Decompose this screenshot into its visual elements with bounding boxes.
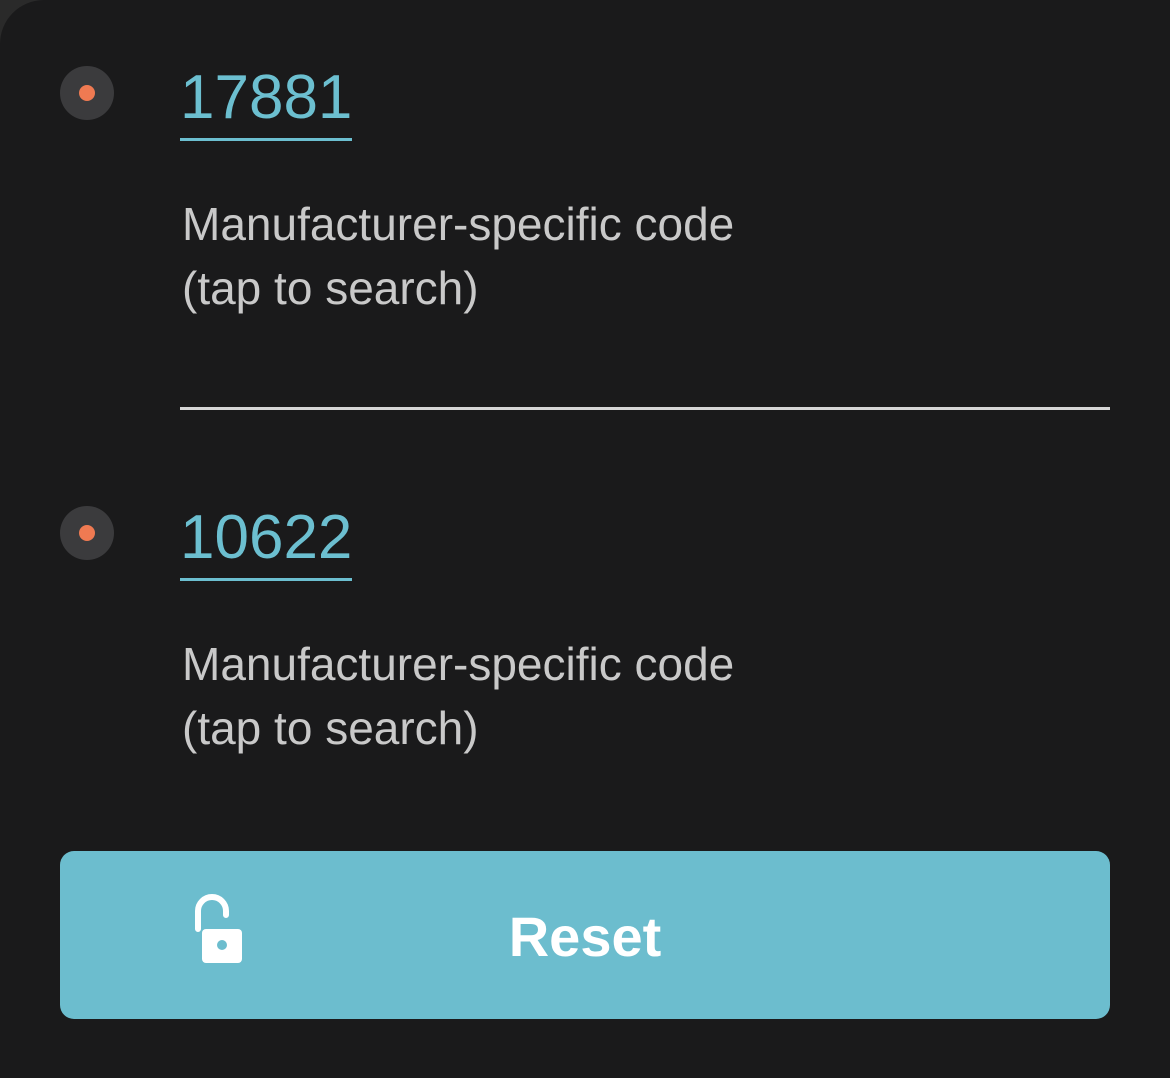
- fault-code-panel: 17881 Manufacturer-specific code (tap to…: [0, 0, 1170, 1078]
- fault-code-item[interactable]: 17881 Manufacturer-specific code (tap to…: [0, 0, 1170, 410]
- status-dot: [79, 85, 95, 101]
- status-indicator-icon: [60, 506, 114, 560]
- fault-code-item[interactable]: 10622 Manufacturer-specific code (tap to…: [0, 440, 1170, 820]
- fault-code-description: Manufacturer-specific code (tap to searc…: [182, 632, 882, 760]
- fault-code-description: Manufacturer-specific code (tap to searc…: [182, 192, 882, 320]
- description-hint: (tap to search): [182, 702, 479, 754]
- status-indicator-icon: [60, 66, 114, 120]
- fault-code-link[interactable]: 10622: [180, 502, 353, 581]
- fault-code-link[interactable]: 17881: [180, 62, 353, 141]
- reset-button[interactable]: Reset: [60, 851, 1110, 1019]
- divider: [180, 407, 1110, 410]
- description-hint: (tap to search): [182, 262, 479, 314]
- reset-button-label: Reset: [508, 905, 662, 968]
- description-line: Manufacturer-specific code: [182, 198, 735, 250]
- status-dot: [79, 525, 95, 541]
- description-line: Manufacturer-specific code: [182, 638, 735, 690]
